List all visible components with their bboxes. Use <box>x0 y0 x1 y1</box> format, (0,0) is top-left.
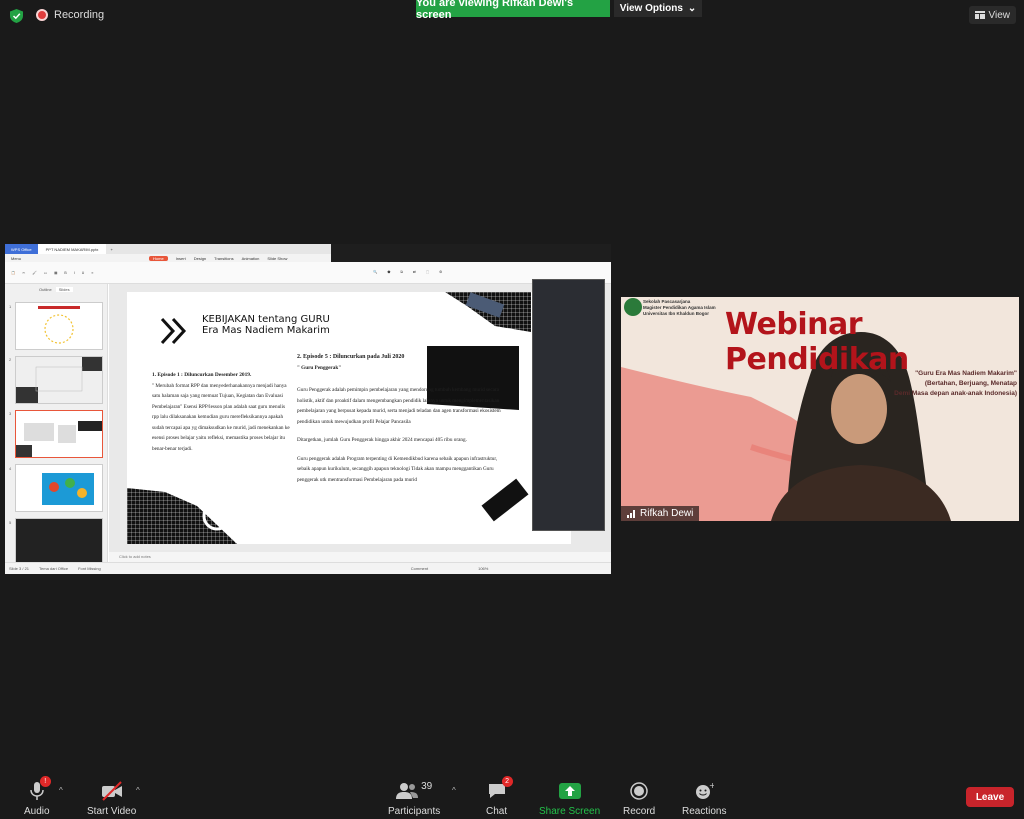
select-icon[interactable]: ⬚ <box>426 270 429 274</box>
participants-count: 39 <box>421 780 433 792</box>
paste-icon[interactable]: 📋 <box>11 271 15 275</box>
thumbnail-graphic <box>16 421 102 457</box>
audio-options-chevron-icon[interactable]: ^ <box>59 786 63 795</box>
shapes-icon[interactable]: ⬟ <box>387 270 390 274</box>
menu-item-insert[interactable]: Insert <box>176 256 186 261</box>
record-icon <box>630 782 648 800</box>
current-slide[interactable]: KEBIJAKAN tentang GURU Era Mas Nadiem Ma… <box>127 292 571 544</box>
record-button[interactable]: Record <box>623 780 655 817</box>
episode-5-text: 2. Episode 5 : Diluncurkan pada Juli 202… <box>297 354 501 483</box>
slide-thumbnail[interactable] <box>15 302 103 350</box>
menu-item-home[interactable]: Home <box>149 255 168 261</box>
slide-thumbnail-selected[interactable] <box>15 410 103 458</box>
new-slide-icon[interactable]: ▭ <box>44 271 47 275</box>
app-menu-bar: Menu Home Insert Design Transitions Anim… <box>5 254 331 262</box>
recording-label: Recording <box>54 9 105 21</box>
menu-item-slide-show[interactable]: Slide Show <box>267 256 287 261</box>
share-screen-icon <box>558 783 581 799</box>
slide-title: KEBIJAKAN tentang GURU Era Mas Nadiem Ma… <box>202 314 330 336</box>
app-status-bar: Slide 3 / 21 Tema dari Office Font Missi… <box>5 562 611 574</box>
grid-view-icon <box>974 11 985 19</box>
tab-ppt-file[interactable]: PPT NADIEM MAKARIM.pptx <box>37 244 107 254</box>
organizer-text: Sekolah Pascasarjana Magister Pendidikan… <box>643 299 716 316</box>
tab-wps-office[interactable]: WPS Office <box>5 244 38 254</box>
reactions-smiley-icon: + <box>696 782 714 799</box>
slide-thumbnail[interactable] <box>15 518 103 566</box>
participant-video-tile[interactable]: Sekolah Pascasarjana Magister Pendidikan… <box>621 297 1019 521</box>
thumb-number: 4 <box>9 466 12 471</box>
share-screen-button[interactable]: Share Screen <box>539 780 600 817</box>
episode-1-text: 1. Episode 1 : Diluncurkan Desember 2019… <box>152 372 290 452</box>
italic-icon[interactable]: I <box>74 271 75 275</box>
webinar-subtitle: "Guru Era Mas Nadiem Makarim" (Bertahan,… <box>894 370 1017 397</box>
participants-options-chevron-icon[interactable]: ^ <box>452 786 456 795</box>
security-shield-icon[interactable] <box>10 9 23 23</box>
participants-icon <box>396 783 419 799</box>
audio-warning-badge: ! <box>39 776 51 787</box>
tab-slides[interactable]: Slides <box>55 287 73 292</box>
thumbnail-graphic <box>42 473 94 505</box>
format-painter-icon[interactable]: 🖌 <box>32 271 36 275</box>
thumb-number: 2 <box>9 357 12 362</box>
slide-thumbnail-panel: Outline Slides 1 2 3 4 5 <box>5 284 108 566</box>
zoom-level[interactable]: 106% <box>478 566 488 571</box>
recording-indicator[interactable]: Recording <box>36 9 104 21</box>
underline-icon[interactable]: U <box>82 271 85 275</box>
tab-outline[interactable]: Outline <box>39 287 52 292</box>
view-options-button[interactable]: View Options ⌄ <box>614 0 702 17</box>
find-icon[interactable]: 🔍 <box>373 270 377 274</box>
slide-thumbnail[interactable] <box>15 356 103 404</box>
shared-screen[interactable]: WPS Office PPT NADIEM MAKARIM.pptx + Men… <box>5 244 611 574</box>
bold-icon[interactable]: B <box>64 271 66 275</box>
notes-area[interactable]: Click to add notes <box>109 552 611 562</box>
signal-bars-icon <box>627 509 635 518</box>
settings-icon[interactable]: ⚙ <box>439 270 442 274</box>
webinar-title: Webinar Pendidikan <box>725 307 909 377</box>
thumbnail-graphic <box>38 306 80 344</box>
chevron-down-icon: ⌄ <box>687 3 697 14</box>
cut-icon[interactable]: ✂ <box>22 271 25 275</box>
video-off-icon <box>101 781 122 801</box>
arrange-icon[interactable]: ⧉ <box>400 270 403 274</box>
theme-name: Tema dari Office <box>39 566 69 571</box>
chat-unread-badge: 2 <box>501 776 513 787</box>
app-ribbon: 📋 ✂ 🖌 ▭ ▦ B I U ≡ <box>5 262 611 284</box>
participants-button[interactable]: 39 Participants <box>388 780 440 818</box>
align-icon[interactable]: ≡ <box>91 271 93 275</box>
app-tab-bar: WPS Office PPT NADIEM MAKARIM.pptx + <box>5 244 331 254</box>
leave-button[interactable]: Leave <box>966 787 1014 807</box>
new-tab-icon[interactable]: + <box>106 247 112 252</box>
slide-thumbnail[interactable] <box>15 464 103 512</box>
viewing-screen-banner: You are viewing Rifkah Dewi's screen <box>416 0 610 21</box>
ribbon-right-group: 🔍 ⬟ ⧉ ⇄ ⬚ ⚙ <box>373 270 442 274</box>
recording-dot-icon <box>36 9 48 21</box>
video-options-chevron-icon[interactable]: ^ <box>136 786 140 795</box>
zoom-window: Recording You are viewing Rifkah Dewi's … <box>0 0 1024 819</box>
menu-item-transitions[interactable]: Transitions <box>214 256 233 261</box>
chat-button[interactable]: 2 Chat <box>486 776 513 817</box>
thumb-number: 3 <box>9 411 12 416</box>
comment-button[interactable]: Comment <box>411 566 428 571</box>
participant-name-label: Rifkah Dewi <box>621 506 700 521</box>
menu-item-animation[interactable]: Animation <box>242 256 260 261</box>
thumbnail-tabs: Outline Slides <box>5 284 107 295</box>
reactions-button[interactable]: + Reactions <box>682 780 726 817</box>
double-chevron-icon <box>160 317 187 345</box>
slide-count: Slide 3 / 21 <box>9 566 30 571</box>
menu-item-menu[interactable]: Menu <box>11 256 21 261</box>
audio-button[interactable]: ! Audio <box>24 776 51 817</box>
side-task-pane <box>532 279 605 531</box>
layout-icon[interactable]: ▦ <box>54 271 57 275</box>
replace-icon[interactable]: ⇄ <box>413 270 416 274</box>
start-video-button[interactable]: Start Video <box>87 780 136 817</box>
thumb-number: 1 <box>9 304 12 309</box>
menu-item-design[interactable]: Design <box>194 256 206 261</box>
thumbnail-graphic <box>16 357 102 403</box>
view-button[interactable]: View <box>968 6 1016 24</box>
svg-text:+: + <box>709 782 714 790</box>
thumb-number: 5 <box>9 520 12 525</box>
font-missing[interactable]: Font Missing <box>78 566 101 571</box>
